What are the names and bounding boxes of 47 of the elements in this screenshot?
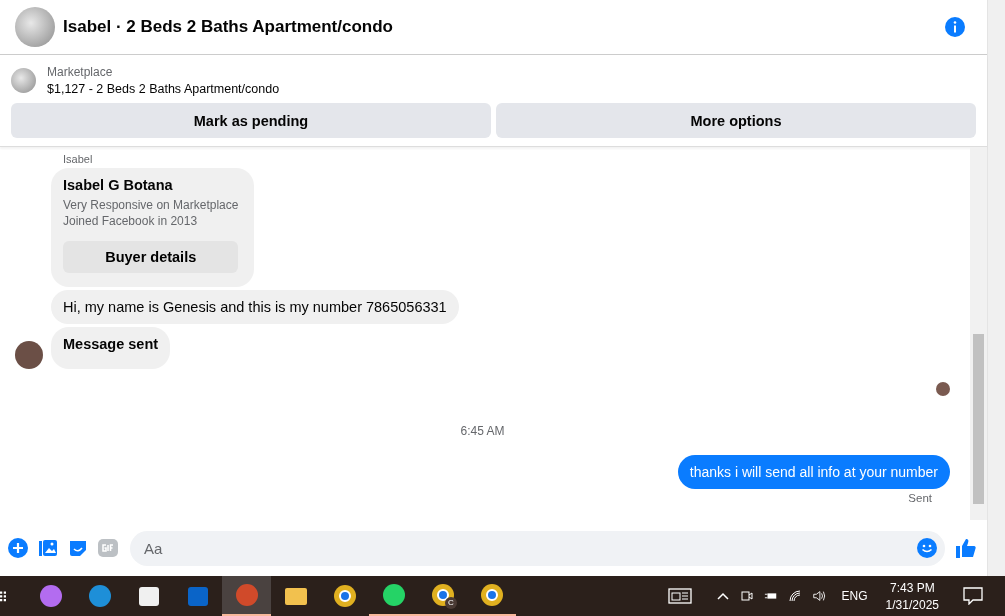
buyer-details-button[interactable]: Buyer details [63,241,239,273]
action-button[interactable]: More options [496,103,976,138]
app-icon [38,584,63,608]
clock-time[interactable]: 7:43 PM [889,580,935,595]
language-indicator[interactable]: ENG [841,589,868,603]
app-icon [87,584,112,608]
profile-detail: Very Responsive on Marketplace [63,197,239,213]
image-icon[interactable] [38,538,58,558]
sender-name: Isabel [63,153,94,165]
taskbar-app[interactable]: C [418,576,467,616]
message-input[interactable]: Aa [142,538,917,558]
volume-icon[interactable] [811,589,826,603]
thumbs-up-icon[interactable] [955,537,977,559]
incoming-message: Hi, my name is Genesis and this is my number 7865056331 [51,290,459,324]
app-icon [234,583,259,607]
message-field[interactable]: Aa [130,530,945,566]
profile-badge: C [445,597,457,609]
delivery-status: Sent [908,492,932,504]
grid-icon[interactable] [0,590,6,602]
emoji-icon[interactable] [917,538,937,558]
profile-name: Isabel G Botana [63,177,174,193]
app-icon [332,584,357,608]
conversation-title: Isabel · 2 Beds 2 Baths Apartment/condo [63,17,394,37]
app-icon [136,584,161,608]
contact-avatar[interactable] [15,341,43,369]
scrollbar[interactable] [970,147,987,520]
listing-source: Marketplace [47,65,114,79]
info-icon[interactable] [945,17,965,37]
action-button[interactable]: Mark as pending [11,103,491,138]
app-icon [381,583,406,607]
camera-icon[interactable] [739,589,754,603]
profile-detail: Joined Facebook in 2013 [63,213,199,229]
app-icon [185,584,210,608]
app-icon [430,583,455,607]
incoming-message: Message sent [51,327,171,369]
message-timestamp: 6:45 AM [460,424,505,438]
news-icon[interactable] [667,588,692,604]
clock-date[interactable]: 1/31/2025 [885,597,939,612]
listing-title[interactable]: $1,127 - 2 Beds 2 Baths Apartment/condo [47,82,280,96]
seen-avatar [936,382,950,396]
outgoing-message: thanks i will send all info at your number [677,455,950,489]
sticker-icon[interactable] [68,538,88,558]
notification-icon[interactable] [963,587,983,605]
wifi-icon[interactable] [787,589,802,603]
plus-icon[interactable] [8,538,28,558]
app-icon [479,583,504,607]
listing-thumbnail [11,68,36,93]
